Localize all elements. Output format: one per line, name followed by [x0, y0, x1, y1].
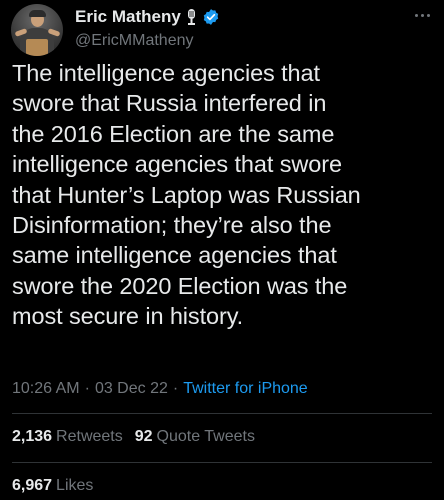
- likes-count: 6,967: [12, 477, 53, 494]
- tweet-source-link[interactable]: Twitter for iPhone: [183, 380, 308, 398]
- tweet-text: The intelligence agencies that swore tha…: [12, 60, 361, 330]
- tweet-date[interactable]: 03 Dec 22: [95, 380, 168, 398]
- more-dot-icon: [414, 13, 418, 17]
- tweet-stats: 2,136 Retweets 92 Quote Tweets: [12, 428, 255, 446]
- retweets-count: 2,136: [12, 428, 53, 445]
- divider: [12, 413, 432, 414]
- avatar[interactable]: [11, 4, 63, 56]
- more-dot-icon: [420, 13, 424, 17]
- likes-stat[interactable]: 6,967 Likes: [12, 477, 93, 495]
- meta-separator: ·: [172, 380, 179, 397]
- tweet-metadata: 10:26 AM · 03 Dec 22 · Twitter for iPhon…: [12, 380, 308, 398]
- tweet-header: Eric Matheny @EricMMatheny: [11, 4, 433, 56]
- retweets-stat[interactable]: 2,136 Retweets: [12, 428, 123, 446]
- meta-separator: ·: [84, 380, 90, 397]
- more-options-button[interactable]: [411, 6, 433, 24]
- tweet-time[interactable]: 10:26 AM: [12, 380, 80, 398]
- author-name-row: Eric Matheny: [75, 6, 220, 28]
- author-handle[interactable]: @EricMMatheny: [75, 32, 194, 50]
- divider: [12, 462, 432, 463]
- likes-label: Likes: [56, 477, 94, 494]
- quote-tweets-stat[interactable]: 92 Quote Tweets: [135, 428, 255, 446]
- more-dot-icon: [426, 13, 430, 17]
- verified-icon: [202, 8, 220, 26]
- quote-tweets-label: Quote Tweets: [156, 428, 255, 445]
- author-name[interactable]: Eric Matheny: [75, 7, 181, 27]
- microphone-icon: [186, 8, 197, 26]
- retweets-label: Retweets: [56, 428, 123, 445]
- quote-tweets-count: 92: [134, 428, 153, 445]
